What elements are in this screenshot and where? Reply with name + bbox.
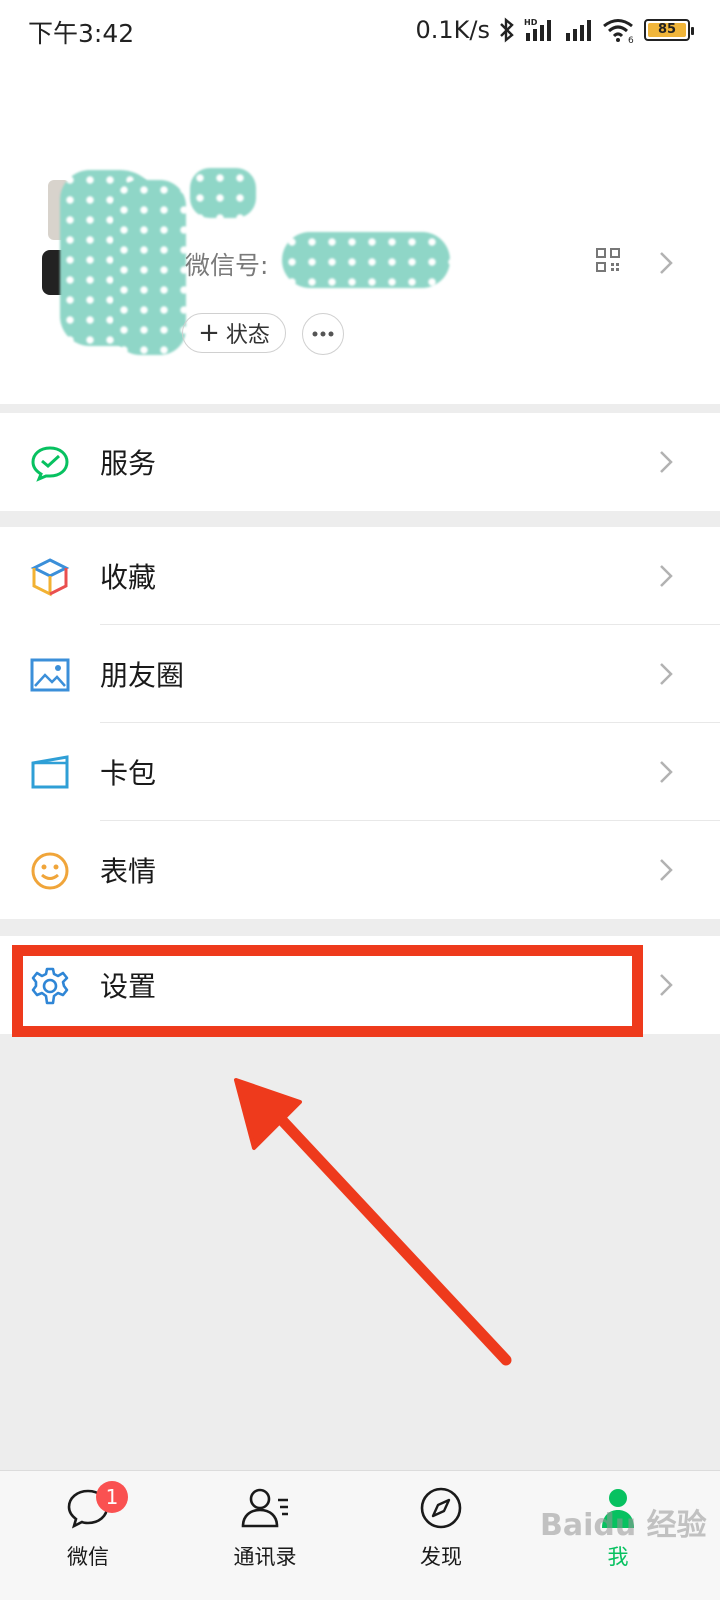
chevron-right-icon xyxy=(658,857,674,887)
tab-discover[interactable]: 发现 xyxy=(381,1483,501,1571)
unread-badge: 1 xyxy=(96,1481,128,1513)
chevron-right-icon xyxy=(658,972,674,1002)
menu-item-favorites[interactable]: 收藏 xyxy=(0,527,720,625)
avatar-privacy-mask-2 xyxy=(114,180,186,355)
compass-icon xyxy=(420,1487,462,1529)
wechat-id-label: 微信号: xyxy=(185,251,269,280)
chevron-right-icon xyxy=(658,661,674,691)
tab-label: 微信 xyxy=(67,1545,109,1569)
favorites-cube-icon xyxy=(30,557,70,597)
tab-label: 发现 xyxy=(420,1545,462,1569)
bluetooth-icon xyxy=(498,17,516,43)
more-button[interactable] xyxy=(302,313,344,355)
tab-contacts[interactable]: 通讯录 xyxy=(205,1483,325,1571)
moments-image-icon xyxy=(30,655,70,695)
chevron-right-icon xyxy=(658,250,674,280)
menu-item-label: 朋友圈 xyxy=(100,659,185,692)
plus-icon: + xyxy=(198,318,220,348)
menu-item-stickers[interactable]: 表情 xyxy=(0,821,720,919)
qr-code-icon[interactable] xyxy=(596,248,620,276)
ellipsis-icon xyxy=(312,331,334,337)
add-status-button[interactable]: + 状态 xyxy=(182,313,286,353)
service-group: 服务 xyxy=(0,413,720,511)
wechat-id-privacy-mask xyxy=(282,232,450,288)
battery-icon: 85 xyxy=(644,19,694,41)
network-speed: 0.1K/s xyxy=(415,16,491,44)
menu-item-label: 表情 xyxy=(100,855,157,888)
hd-label: HD xyxy=(524,18,538,27)
status-time: 下午3:42 xyxy=(28,19,135,48)
profile-header[interactable]: 微信号: + 状态 xyxy=(0,60,720,404)
cellular-signal-hd-icon: HD xyxy=(524,17,556,43)
menu-item-label: 卡包 xyxy=(100,757,157,790)
menu-item-cards[interactable]: 卡包 xyxy=(0,723,720,821)
chevron-right-icon xyxy=(658,563,674,593)
menu-item-service[interactable]: 服务 xyxy=(0,413,720,511)
avatar[interactable] xyxy=(42,170,186,355)
wifi-6-label: 6 xyxy=(628,36,634,43)
features-group: 收藏 朋友圈 卡包 表情 xyxy=(0,527,720,919)
settings-highlight-box xyxy=(12,945,643,1037)
menu-item-moments[interactable]: 朋友圈 xyxy=(0,625,720,723)
chevron-right-icon xyxy=(658,759,674,789)
menu-item-label: 服务 xyxy=(100,447,157,480)
wifi-icon: 6 xyxy=(602,17,636,43)
status-bar: 下午3:42 0.1K/s HD 6 85 xyxy=(0,0,720,60)
cellular-signal-icon xyxy=(564,17,594,43)
smiley-face-icon xyxy=(30,851,70,891)
nickname-privacy-mask xyxy=(190,168,256,218)
card-wallet-icon xyxy=(30,753,70,793)
baidu-watermark: Baidu 经验 xyxy=(540,1508,707,1543)
status-button-label: 状态 xyxy=(225,323,270,348)
status-indicators: 0.1K/s HD 6 85 xyxy=(415,14,694,46)
chevron-right-icon xyxy=(658,449,674,479)
contacts-icon xyxy=(241,1488,288,1528)
tab-label: 通讯录 xyxy=(233,1545,297,1569)
wechat-pay-icon xyxy=(30,443,70,483)
tab-label: 我 xyxy=(607,1545,629,1569)
tab-chats[interactable]: 1 微信 xyxy=(28,1481,148,1571)
annotation-arrow xyxy=(234,1078,512,1366)
battery-level: 85 xyxy=(648,23,686,37)
menu-item-label: 收藏 xyxy=(100,561,157,594)
